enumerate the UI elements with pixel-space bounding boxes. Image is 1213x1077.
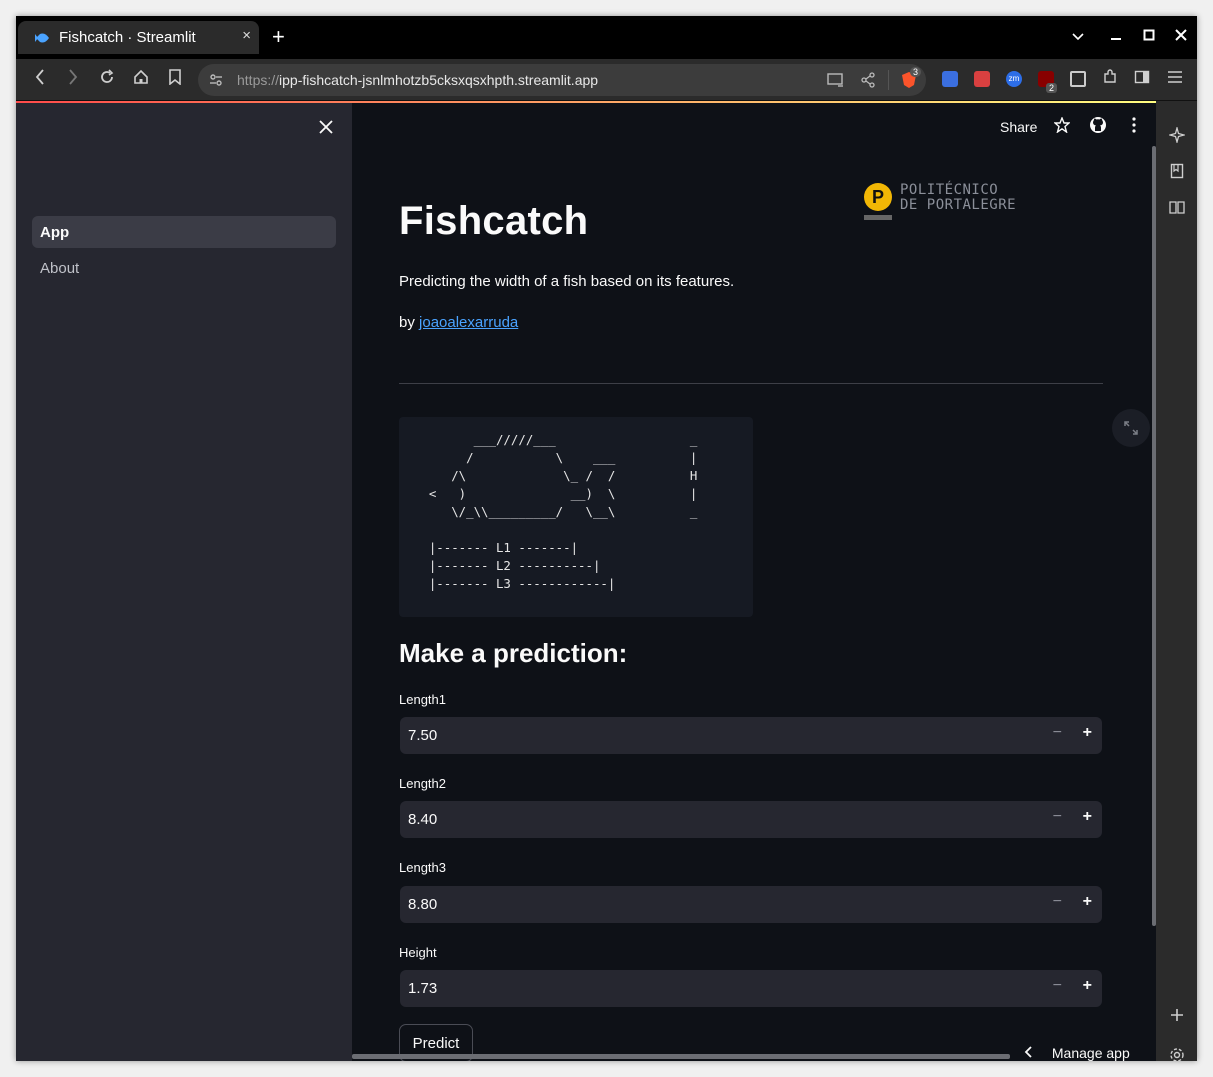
fullscreen-icon[interactable] (1112, 409, 1150, 447)
page-subtitle: Predicting the width of a fish based on … (399, 273, 735, 290)
length2-value[interactable]: 8.40 (408, 811, 437, 828)
sidebar-toggle-icon[interactable] (1131, 69, 1153, 90)
sidebar-item-label: About (40, 259, 80, 277)
sidebar-item-label: App (40, 223, 70, 241)
fish-favicon-icon (34, 31, 52, 45)
page-title: Fishcatch (399, 199, 589, 243)
close-tab-icon[interactable]: × (242, 27, 251, 44)
bookmarks-panel-icon[interactable] (1166, 163, 1188, 184)
logo-line1: POLITÉCNICO (900, 182, 999, 198)
share-page-icon[interactable] (860, 72, 876, 93)
menu-icon[interactable] (1164, 69, 1186, 89)
star-icon[interactable] (1053, 116, 1071, 136)
reading-list-icon[interactable] (1166, 199, 1188, 219)
settings-gear-icon[interactable] (1166, 1047, 1188, 1061)
close-sidebar-icon[interactable] (319, 117, 333, 140)
minus-icon[interactable]: − (1053, 808, 1062, 826)
browser-side-rail (1156, 101, 1197, 1061)
minus-icon[interactable]: − (1053, 893, 1062, 911)
browser-toolbar: https://ipp-fishcatch-jsnlmhotzb5cksxqsx… (16, 59, 1197, 101)
forward-icon[interactable] (62, 69, 84, 90)
plus-icon[interactable]: + (1083, 977, 1092, 995)
home-icon[interactable] (130, 69, 152, 90)
url-text[interactable]: https://ipp-fishcatch-jsnlmhotzb5cksxqsx… (237, 72, 598, 88)
divider (399, 383, 1103, 384)
browser-tab[interactable]: Fishcatch · Streamlit × (18, 21, 259, 54)
length3-input[interactable]: 8.80 − + (400, 886, 1102, 923)
browser-window: Fishcatch · Streamlit × + https://ipp-fi… (16, 16, 1197, 1061)
length3-label: Length3 (399, 860, 446, 875)
chevron-left-icon (1024, 1045, 1036, 1061)
section-heading: Make a prediction: (399, 638, 628, 668)
shield-count-badge: 3 (910, 67, 922, 77)
back-icon[interactable] (29, 69, 51, 90)
sidebar-item-app[interactable]: App (32, 216, 336, 248)
length2-input[interactable]: 8.40 − + (400, 801, 1102, 838)
tab-list-icon[interactable] (1072, 28, 1084, 44)
reload-icon[interactable] (96, 69, 118, 90)
logo-line2: DE PORTALEGRE (900, 197, 1017, 213)
politecnico-logo: P POLITÉCNICO DE PORTALEGRE (864, 183, 1016, 220)
pip-extension-icon[interactable] (1070, 71, 1086, 87)
github-icon[interactable] (1089, 116, 1107, 137)
maximize-icon[interactable] (1143, 28, 1155, 44)
bitwarden-extension-icon[interactable] (942, 71, 958, 87)
bookmark-icon[interactable] (164, 69, 186, 90)
address-bar[interactable]: https://ipp-fishcatch-jsnlmhotzb5cksxqsx… (198, 64, 926, 96)
url-host: ipp-fishcatch-jsnlmhotzb5cksxqsxhpth.str… (279, 72, 599, 88)
close-window-icon[interactable] (1175, 28, 1187, 44)
ascii-fish-diagram: ___/////___ _ / \ ___ | /\ \_ / / H < ) … (428, 432, 698, 591)
logo-bar (864, 215, 892, 220)
tab-title: Fishcatch · Streamlit (59, 29, 196, 46)
main-menu-icon[interactable] (1131, 117, 1137, 136)
height-label: Height (399, 945, 437, 960)
leo-ai-icon[interactable] (1166, 125, 1188, 148)
length1-input[interactable]: 7.50 − + (400, 717, 1102, 754)
ascii-code-block: ___/////___ _ / \ ___ | /\ \_ / / H < ) … (399, 417, 753, 617)
sidebar-item-about[interactable]: About (32, 252, 336, 284)
new-tab-button[interactable]: + (272, 25, 285, 49)
share-button[interactable]: Share (1000, 119, 1037, 135)
site-settings-icon[interactable] (208, 72, 224, 93)
sidebar: App About (16, 103, 352, 1061)
manage-app-label: Manage app (1051, 1045, 1130, 1061)
height-value[interactable]: 1.73 (408, 980, 437, 997)
author-line: by joaoalexarruda (399, 314, 518, 331)
manage-app-button[interactable]: Manage app (1024, 1045, 1130, 1061)
main-content: Share P POLITÉCNICO DE PORTALEGRE Fishca… (352, 103, 1156, 1061)
minus-icon[interactable]: − (1053, 977, 1062, 995)
plus-icon[interactable]: + (1083, 724, 1092, 742)
url-divider (888, 70, 889, 90)
minus-icon[interactable]: − (1053, 724, 1062, 742)
extensions-puzzle-icon[interactable] (1099, 69, 1121, 90)
minimize-icon[interactable] (1110, 28, 1122, 44)
plus-icon[interactable]: + (1083, 893, 1092, 911)
reader-extension-icon[interactable] (974, 71, 990, 87)
height-input[interactable]: 1.73 − + (400, 970, 1102, 1007)
url-prefix: https:// (237, 72, 280, 88)
zm-extension-icon[interactable]: zm (1006, 71, 1022, 87)
logo-text: POLITÉCNICO DE PORTALEGRE (900, 183, 1016, 213)
cast-icon[interactable] (826, 72, 844, 93)
author-prefix: by (399, 314, 415, 331)
logo-mark: P (864, 183, 892, 211)
horizontal-scrollbar[interactable] (352, 1054, 1010, 1059)
plus-icon[interactable]: + (1083, 808, 1092, 826)
length1-label: Length1 (399, 692, 446, 707)
title-bar: Fishcatch · Streamlit × + (16, 16, 1197, 59)
add-panel-icon[interactable] (1166, 1007, 1188, 1027)
author-link[interactable]: joaoalexarruda (419, 314, 518, 331)
ublock-count-badge: 2 (1046, 83, 1058, 93)
length1-value[interactable]: 7.50 (408, 727, 437, 744)
length2-label: Length2 (399, 776, 446, 791)
length3-value[interactable]: 8.80 (408, 896, 437, 913)
